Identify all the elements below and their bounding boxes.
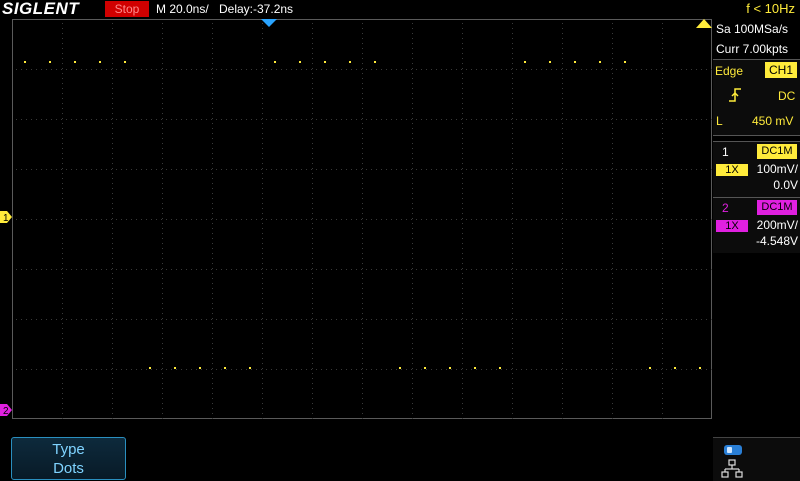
waveform-sample-dot [274,61,276,63]
brand-logo: SIGLENT [2,0,80,18]
waveform-sample-dot [124,61,126,63]
display-type-softkey[interactable]: Type Dots [11,437,126,480]
channel-1-panel[interactable]: 1 DC1M 1X 100mV/ 0.0V [713,141,800,197]
ch2-marker-label: 2 [3,406,9,416]
waveform-sample-dot [524,61,526,63]
channel-2-panel[interactable]: 2 DC1M 1X 200mV/ -4.548V [713,197,800,253]
channel-2-coupling: DC1M [757,200,797,215]
channel-1-coupling: DC1M [757,144,797,159]
waveform-sample-dot [349,61,351,63]
frequency-counter: f < 10Hz [746,1,795,16]
waveform-sample-dot [374,61,376,63]
channel-1-probe: 1X [716,164,748,176]
waveform-sample-dot [24,61,26,63]
waveform-sample-dot [499,367,501,369]
status-icon-area [713,437,800,481]
channel-2-probe: 1X [716,220,748,232]
waveform-sample-dot [249,367,251,369]
waveform-sample-dot [599,61,601,63]
waveform-sample-dot [674,367,676,369]
waveform-sample-dot [424,367,426,369]
waveform-sample-dot [224,367,226,369]
ch2-offset-marker-icon[interactable]: 2 [0,404,12,416]
delay-readout[interactable]: Delay:-37.2ns [219,2,293,16]
usb-device-icon [724,445,742,455]
waveform-sample-dot [574,61,576,63]
waveform-sample-dot [299,61,301,63]
ch1-offset-marker-icon[interactable]: 1 [0,211,12,223]
network-icon [721,459,743,478]
run-stop-status[interactable]: Stop [105,1,149,17]
waveform-sample-dot [649,367,651,369]
trigger-level-value: 450 mV [752,114,794,128]
waveform-sample-dot [699,367,701,369]
rising-edge-icon [729,88,741,102]
trigger-source: CH1 [765,62,797,78]
waveform-display[interactable] [12,19,712,419]
softkey-title: Type [52,441,85,458]
softkey-value: Dots [53,460,84,477]
waveform-sample-dot [399,367,401,369]
waveform-sample-dot [49,61,51,63]
channel-2-number: 2 [722,201,729,215]
channel-1-offset: 0.0V [773,178,798,192]
waveform-sample-dot [99,61,101,63]
waveform-sample-dot [474,367,476,369]
waveform-sample-dot [149,367,151,369]
ch1-marker-label: 1 [3,213,9,223]
waveform-sample-dot [624,61,626,63]
trigger-level-label: L [716,114,723,128]
channel-1-scale: 100mV/ [756,162,798,176]
timebase-readout[interactable]: M 20.0ns/ [156,2,209,16]
trigger-position-marker-icon[interactable] [261,19,277,27]
memory-depth: Curr 7.00kpts [716,42,789,56]
channel-2-scale: 200mV/ [756,218,798,232]
waveform-sample-dot [324,61,326,63]
waveform-sample-dot [199,367,201,369]
waveform-sample-dot [174,367,176,369]
waveform-sample-dot [449,367,451,369]
channel-2-offset: -4.548V [755,234,798,248]
trigger-type: Edge [715,64,744,78]
waveform-sample-dot [549,61,551,63]
trigger-level-marker-icon[interactable] [696,19,712,28]
graticule [12,19,712,419]
sample-rate: Sa 100MSa/s [716,22,789,36]
trigger-coupling: DC [778,89,796,103]
waveform-sample-dot [74,61,76,63]
channel-1-number: 1 [722,145,729,159]
